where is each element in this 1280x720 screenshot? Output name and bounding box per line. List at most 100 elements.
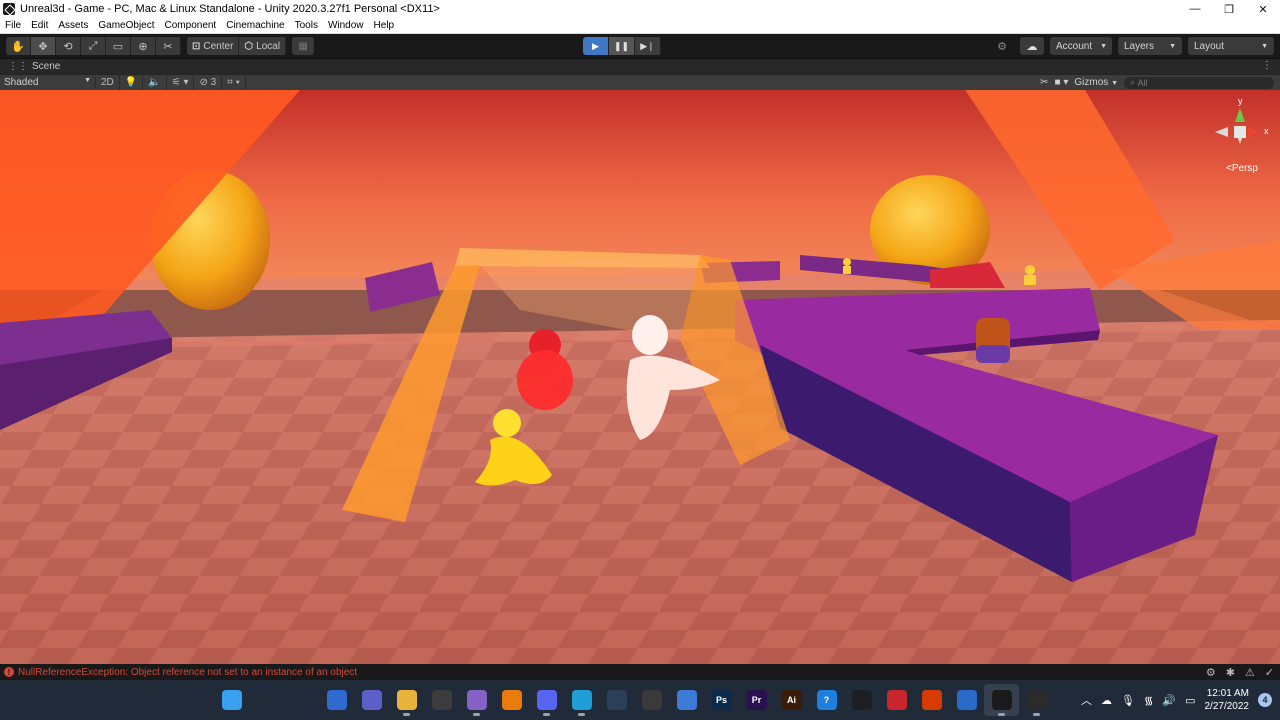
error-icon: ! — [4, 667, 14, 677]
taskbar-app[interactable] — [669, 684, 704, 716]
menu-cinemachine[interactable]: Cinemachine — [221, 20, 289, 31]
taskbar-app[interactable] — [214, 684, 249, 716]
taskbar-app[interactable] — [564, 684, 599, 716]
menu-tools[interactable]: Tools — [290, 20, 323, 31]
microphone-icon[interactable]: 🎙 — [1121, 694, 1135, 707]
hand-tool-icon[interactable]: ✋ — [6, 37, 31, 55]
collab-icon[interactable]: ⚙ — [990, 37, 1014, 55]
transform-tool-icon[interactable]: ⊕ — [131, 37, 156, 55]
pause-button[interactable]: ❚❚ — [609, 37, 635, 55]
scale-tool-icon[interactable]: ⤢ — [81, 37, 106, 55]
taskbar-app[interactable] — [319, 684, 354, 716]
bug-icon[interactable]: ✱ — [1226, 666, 1235, 679]
clock-time: 12:01 AM — [1206, 688, 1249, 699]
layers-label: Layers — [1124, 40, 1155, 52]
menu-gameobject[interactable]: GameObject — [93, 20, 159, 31]
taskbar-app[interactable]: Ai — [774, 684, 809, 716]
taskbar-app[interactable] — [634, 684, 669, 716]
pivot-mode-button[interactable]: ⊡ Center — [187, 37, 240, 55]
onedrive-icon[interactable]: ☁ — [1101, 694, 1112, 707]
close-button[interactable]: ✕ — [1246, 0, 1280, 18]
taskbar-app[interactable] — [529, 684, 564, 716]
chevron-down-icon: ▼ — [84, 77, 91, 84]
projection-label: Persp — [1231, 163, 1258, 174]
chevron-down-icon: ▼ — [1111, 80, 1118, 87]
menu-window[interactable]: Window — [323, 20, 369, 31]
play-button[interactable]: ▶ — [583, 37, 609, 55]
taskbar-app[interactable] — [389, 684, 424, 716]
gizmo-x-label: x — [1264, 126, 1269, 136]
taskbar-app[interactable] — [284, 684, 319, 716]
grid-toggle-icon[interactable]: ⌗ ▾ — [222, 74, 246, 91]
taskbar-app[interactable] — [354, 684, 389, 716]
taskbar-app[interactable] — [949, 684, 984, 716]
layout-dropdown[interactable]: Layout ▼ — [1188, 37, 1274, 55]
draw-mode-dropdown[interactable]: Shaded ▼ — [0, 77, 96, 88]
hidden-objects-toggle[interactable]: ⊘ 3 — [194, 74, 223, 91]
teams-chat-icon — [361, 690, 382, 710]
taskbar-app[interactable] — [879, 684, 914, 716]
taskbar-app[interactable]: Pr — [739, 684, 774, 716]
audio-toggle-icon[interactable]: 🔈 — [143, 74, 167, 91]
pivot-rotation-button[interactable]: ⬡ Local — [239, 37, 287, 55]
taskbar-app[interactable] — [599, 684, 634, 716]
taskbar-app[interactable] — [494, 684, 529, 716]
camera-icon[interactable]: ■ ▾ — [1055, 77, 1069, 88]
lighting-toggle-icon[interactable]: 💡 — [120, 74, 144, 91]
menu-assets[interactable]: Assets — [53, 20, 93, 31]
tools-icon[interactable]: ✂ — [1040, 77, 1048, 88]
notification-badge[interactable]: 4 — [1258, 693, 1272, 707]
rotate-tool-icon[interactable]: ⟲ — [56, 37, 81, 55]
maximize-button[interactable]: ❐ — [1212, 0, 1246, 18]
console-status-bar[interactable]: ! NullReferenceException: Object referen… — [0, 664, 1280, 680]
volume-icon[interactable]: 🔊 — [1162, 694, 1176, 707]
layers-dropdown[interactable]: Layers ▼ — [1118, 37, 1182, 55]
step-button[interactable]: ▶❘ — [635, 37, 661, 55]
taskbar-app[interactable] — [1019, 684, 1054, 716]
taskbar-app[interactable]: ? — [809, 684, 844, 716]
widgets-icon — [326, 690, 347, 710]
move-tool-icon[interactable]: ✥ — [31, 37, 56, 55]
taskbar-app[interactable] — [844, 684, 879, 716]
minimize-button[interactable]: — — [1178, 0, 1212, 18]
taskbar-app[interactable] — [249, 684, 284, 716]
menu-help[interactable]: Help — [369, 20, 400, 31]
more-options-icon[interactable]: ⋮ — [1262, 60, 1272, 71]
eye-off-icon: ⊘ — [199, 77, 208, 88]
rect-tool-icon[interactable]: ▭ — [106, 37, 131, 55]
menu-file[interactable]: File — [0, 20, 26, 31]
menu-edit[interactable]: Edit — [26, 20, 53, 31]
taskbar-app[interactable] — [984, 684, 1019, 716]
progress-icon[interactable]: ⚠ — [1245, 666, 1255, 679]
taskbar-app[interactable]: Ps — [704, 684, 739, 716]
chevron-up-icon[interactable]: ︿ — [1081, 692, 1092, 708]
scene-tab-bar: ⋮⋮ Scene ⋮ — [0, 58, 1280, 74]
scene-viewport[interactable]: y x <Persp — [0, 90, 1280, 664]
check-icon[interactable]: ✓ — [1265, 666, 1274, 679]
debug-icon[interactable]: ⚙ — [1206, 666, 1216, 679]
account-dropdown[interactable]: Account ▼ — [1050, 37, 1112, 55]
taskbar-app[interactable] — [459, 684, 494, 716]
wifi-icon[interactable]: ᯾ — [1144, 693, 1153, 708]
premiere-icon: Pr — [746, 690, 767, 710]
scene-render — [0, 90, 1280, 664]
cloud-icon[interactable]: ☁ — [1020, 37, 1044, 55]
effects-toggle-icon[interactable]: ⚟ ▾ — [167, 74, 195, 91]
gizmos-label: Gizmos — [1074, 77, 1109, 88]
illustrator-icon: Ai — [781, 690, 802, 710]
grid-snap-icon[interactable]: ▦ — [292, 37, 315, 55]
taskbar-app[interactable] — [424, 684, 459, 716]
gizmos-dropdown[interactable]: Gizmos ▼ — [1074, 77, 1118, 88]
menu-component[interactable]: Component — [160, 20, 222, 31]
scene-search-input[interactable]: ⌕ All — [1124, 76, 1274, 89]
battery-icon[interactable]: ▭ — [1185, 694, 1195, 707]
layout-label: Layout — [1194, 40, 1225, 52]
taskbar-app[interactable] — [914, 684, 949, 716]
clock[interactable]: 12:01 AM 2/27/2022 — [1205, 687, 1250, 713]
steam-icon — [606, 690, 627, 710]
projection-toggle[interactable]: <Persp — [1226, 163, 1258, 174]
custom-tool-icon[interactable]: ✂ — [156, 37, 181, 55]
calendar-icon — [956, 690, 977, 710]
toggle-2d-button[interactable]: 2D — [96, 74, 120, 91]
tab-scene[interactable]: ⋮⋮ Scene — [8, 61, 60, 72]
